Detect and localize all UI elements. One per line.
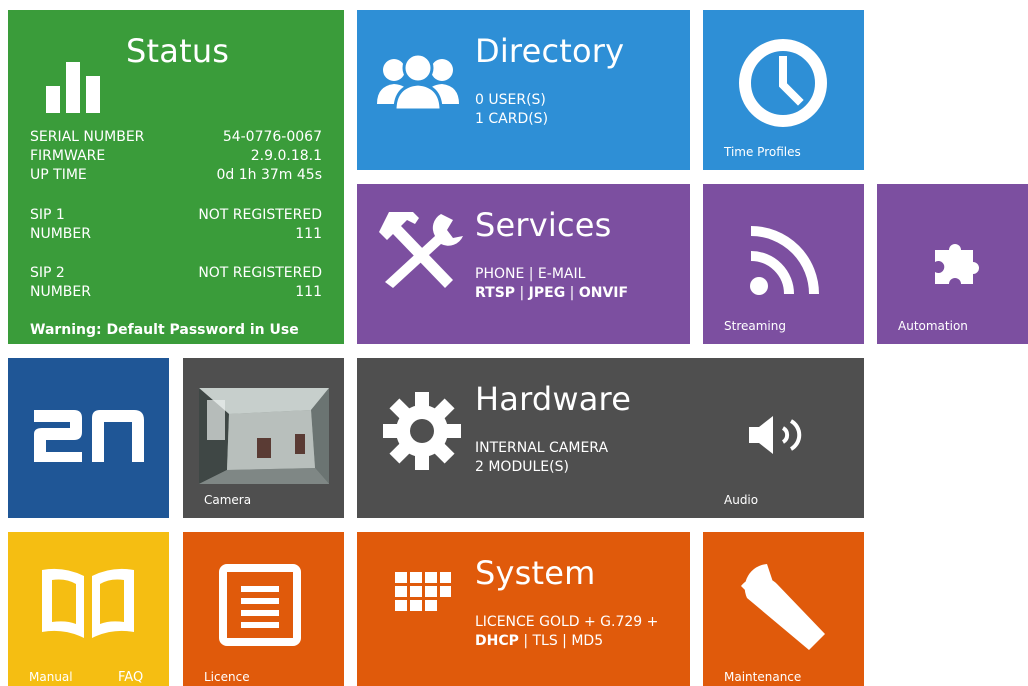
uptime-row: UP TIME 0d 1h 37m 45s xyxy=(30,167,322,183)
camera-tile[interactable]: Camera xyxy=(183,358,344,518)
faq-link[interactable]: FAQ xyxy=(118,670,143,685)
hardware-title: Hardware xyxy=(475,380,632,418)
speaker-icon xyxy=(749,416,802,454)
bar-chart-icon xyxy=(46,62,100,113)
clock-icon xyxy=(739,39,827,127)
2n-logo xyxy=(34,410,144,462)
sip1-row: SIP 1 NOT REGISTERED xyxy=(30,207,322,223)
rss-icon xyxy=(750,226,819,295)
sip2-info: SIP 2 NOT REGISTERED NUMBER 111 xyxy=(30,264,322,302)
camera-preview-image xyxy=(199,388,329,484)
automation-label: Automation xyxy=(898,319,968,333)
services-line2: RTSP | JPEG | ONVIF xyxy=(475,285,629,301)
directory-info: 0 USER(S) 1 CARD(S) xyxy=(475,91,548,129)
grid-icon xyxy=(395,572,451,611)
puzzle-icon xyxy=(935,244,979,284)
licence-tile[interactable]: Licence xyxy=(183,532,344,686)
system-title: System xyxy=(475,554,596,592)
camera-label: Camera xyxy=(204,493,252,507)
sip1-number-row: NUMBER 111 xyxy=(30,226,322,242)
users-icon xyxy=(377,52,459,112)
audio-label: Audio xyxy=(724,493,759,507)
hardware-info: INTERNAL CAMERA 2 MODULE(S) xyxy=(475,439,608,477)
cards-count: 1 CARD(S) xyxy=(475,111,549,127)
gear-icon xyxy=(383,392,461,470)
services-tile[interactable]: Services PHONE | E-MAIL RTSP | JPEG | ON… xyxy=(357,184,690,344)
wrench-icon xyxy=(741,564,825,650)
sip1-info: SIP 1 NOT REGISTERED NUMBER 111 xyxy=(30,206,322,244)
users-count: 0 USER(S) xyxy=(475,92,546,108)
serial-number-row: SERIAL NUMBER 54-0776-0067 xyxy=(30,129,322,145)
firmware-row: FIRMWARE 2.9.0.18.1 xyxy=(30,148,322,164)
password-warning: Warning: Default Password in Use xyxy=(30,322,299,338)
logo-tile[interactable] xyxy=(8,358,169,518)
sip2-number-row: NUMBER 111 xyxy=(30,284,322,300)
modules-count: 2 MODULE(S) xyxy=(475,459,569,475)
camera-info: INTERNAL CAMERA xyxy=(475,440,609,456)
manual-label: Manual xyxy=(29,670,73,684)
maintenance-tile[interactable]: Maintenance xyxy=(703,532,864,686)
status-tile[interactable]: Status SERIAL NUMBER 54-0776-0067 FIRMWAR… xyxy=(8,10,344,344)
maintenance-label: Maintenance xyxy=(724,670,802,684)
licence-document-icon xyxy=(219,564,301,646)
system-line1: LICENCE GOLD + G.729 + xyxy=(475,614,659,630)
services-title: Services xyxy=(475,206,612,244)
system-line2: DHCP | TLS | MD5 xyxy=(475,633,604,649)
status-title: Status xyxy=(126,32,230,70)
sip2-row: SIP 2 NOT REGISTERED xyxy=(30,265,322,281)
streaming-tile[interactable]: Streaming xyxy=(703,184,864,344)
services-info: PHONE | E-MAIL RTSP | JPEG | ONVIF xyxy=(475,265,628,303)
services-line1: PHONE | E-MAIL xyxy=(475,266,586,282)
book-icon xyxy=(42,568,134,638)
audio-tile[interactable]: Audio xyxy=(703,358,864,518)
status-info: SERIAL NUMBER 54-0776-0067 FIRMWARE 2.9.0.… xyxy=(30,128,322,185)
time-profiles-label: Time Profiles xyxy=(724,145,801,159)
directory-title: Directory xyxy=(475,32,625,70)
directory-tile[interactable]: Directory 0 USER(S) 1 CARD(S) xyxy=(357,10,690,170)
system-tile[interactable]: System LICENCE GOLD + G.729 + DHCP | TLS… xyxy=(357,532,690,686)
automation-tile[interactable]: Automation xyxy=(877,184,1028,344)
time-profiles-tile[interactable]: Time Profiles xyxy=(703,10,864,170)
licence-label: Licence xyxy=(204,670,250,684)
tools-icon xyxy=(379,212,463,288)
manual-tile[interactable]: Manual FAQ xyxy=(8,532,169,686)
system-info: LICENCE GOLD + G.729 + DHCP | TLS | MD5 xyxy=(475,613,658,651)
streaming-label: Streaming xyxy=(724,319,786,333)
